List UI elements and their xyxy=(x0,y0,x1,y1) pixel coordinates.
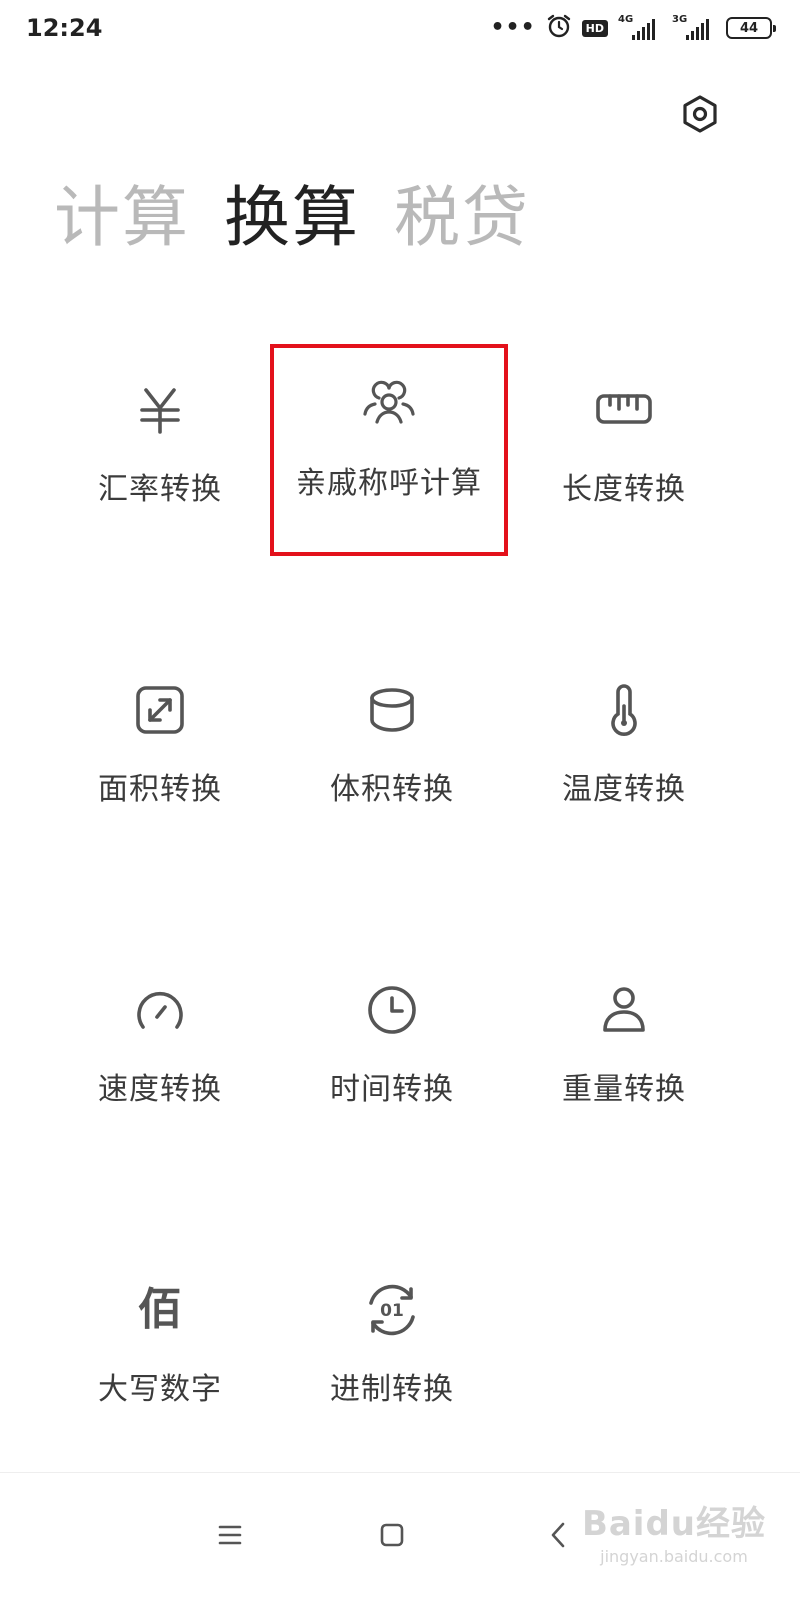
status-time: 12:24 xyxy=(26,14,103,42)
hd-badge: HD xyxy=(581,19,608,37)
speedometer-icon xyxy=(130,980,190,1040)
tool-label: 长度转换 xyxy=(562,472,686,507)
status-icons: ••• HD 4G 3G 44 xyxy=(490,12,776,44)
alarm-clock-icon xyxy=(546,13,572,43)
tool-speed[interactable]: 速度转换 xyxy=(44,950,276,1150)
watermark-url: jingyan.baidu.com xyxy=(600,1547,748,1566)
tool-relative-title[interactable]: 亲戚称呼计算 xyxy=(270,344,508,556)
home-button[interactable] xyxy=(362,1505,422,1565)
tab-calculate[interactable]: 计算 xyxy=(54,178,190,258)
binary-cycle-icon: 01 xyxy=(362,1280,422,1340)
expand-square-icon xyxy=(130,680,190,740)
tool-length[interactable]: 长度转换 xyxy=(508,350,740,550)
tool-area[interactable]: 面积转换 xyxy=(44,650,276,850)
bai-glyph: 佰 xyxy=(138,1284,182,1335)
mode-tabs: 计算 换算 税贷 xyxy=(54,178,530,258)
tool-temperature[interactable]: 温度转换 xyxy=(508,650,740,850)
home-square-icon xyxy=(380,1523,404,1547)
tool-chinese-numerals[interactable]: 佰 大写数字 xyxy=(44,1250,276,1450)
tool-number-base[interactable]: 01 进制转换 xyxy=(276,1250,508,1450)
back-button[interactable] xyxy=(528,1505,588,1565)
tool-label: 大写数字 xyxy=(98,1372,222,1407)
network-3g-label: 3G xyxy=(672,14,688,25)
tool-exchange-rate[interactable]: 汇率转换 xyxy=(44,350,276,550)
tab-convert[interactable]: 换算 xyxy=(224,178,360,258)
tool-label: 进制转换 xyxy=(330,1372,454,1407)
more-notifications-icon: ••• xyxy=(490,15,536,40)
tool-weight[interactable]: 重量转换 xyxy=(508,950,740,1150)
tool-label: 面积转换 xyxy=(98,772,222,807)
tool-label: 重量转换 xyxy=(562,1072,686,1107)
battery-icon: 44 xyxy=(726,17,776,39)
tool-volume[interactable]: 体积转换 xyxy=(276,650,508,850)
status-bar: 12:24 ••• HD 4G 3G 44 xyxy=(0,0,800,56)
watermark-logo: Baidu经验 xyxy=(581,1504,766,1544)
gear-icon xyxy=(683,95,717,133)
back-chevron-icon xyxy=(551,1522,565,1548)
tab-tax-loan[interactable]: 税贷 xyxy=(394,178,530,258)
menu-icon xyxy=(218,1525,242,1545)
watermark: Baidu经验 jingyan.baidu.com xyxy=(582,1496,766,1566)
battery-level: 44 xyxy=(739,20,759,36)
tool-label: 亲戚称呼计算 xyxy=(296,466,482,501)
tool-time[interactable]: 时间转换 xyxy=(276,950,508,1150)
ruler-icon xyxy=(594,380,654,440)
tool-label: 汇率转换 xyxy=(98,472,222,507)
yen-icon xyxy=(130,380,190,440)
tool-label: 温度转换 xyxy=(562,772,686,807)
tool-label: 速度转换 xyxy=(98,1072,222,1107)
settings-button[interactable] xyxy=(678,92,722,136)
people-icon xyxy=(359,374,419,434)
tool-label: 时间转换 xyxy=(330,1072,454,1107)
bai-character-icon: 佰 xyxy=(130,1280,190,1340)
network-4g-label: 4G xyxy=(618,14,634,25)
binary-glyph: 01 xyxy=(380,1301,404,1321)
cylinder-icon xyxy=(362,680,422,740)
thermometer-icon xyxy=(594,680,654,740)
menu-button[interactable] xyxy=(200,1505,260,1565)
clock-icon xyxy=(362,980,422,1040)
weight-icon xyxy=(594,980,654,1040)
signal-4g-icon: 4G xyxy=(618,14,662,42)
signal-3g-icon: 3G xyxy=(672,14,716,42)
tool-label: 体积转换 xyxy=(330,772,454,807)
